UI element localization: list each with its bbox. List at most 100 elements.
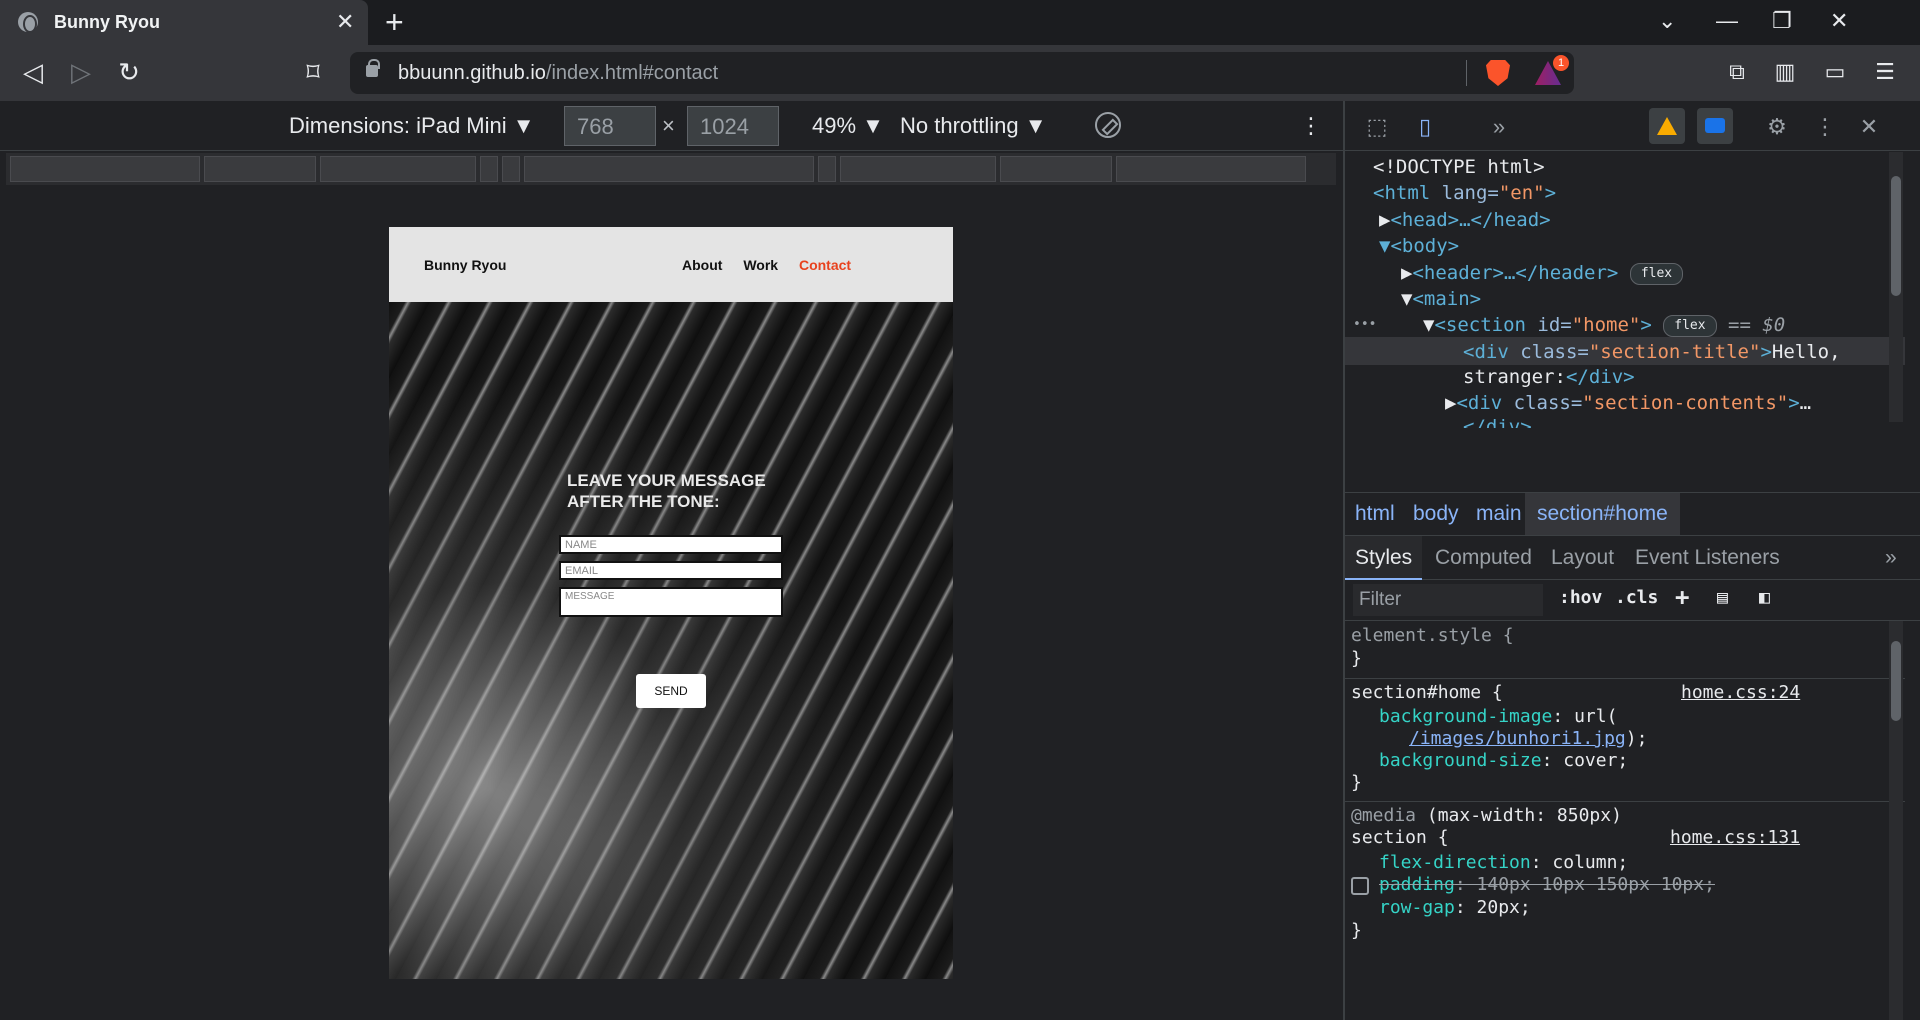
crumb-section-home[interactable]: section#home [1525,493,1680,535]
close-window-icon[interactable]: ✕ [1830,6,1848,36]
close-tab-icon[interactable]: ✕ [336,8,354,36]
css-declaration-disabled[interactable]: padding: 140px 10px 150px 10px; [1379,874,1715,897]
flex-badge[interactable]: flex [1629,262,1684,285]
device-height-input[interactable]: 1024 [687,106,779,146]
wallet-icon[interactable]: ▭ [1822,59,1848,85]
dom-section-title[interactable]: <div class="section-title">Hello, [1463,339,1841,366]
media-query-segment[interactable] [204,156,316,182]
throttling-dropdown[interactable]: No throttling ▼ [900,113,1047,139]
message-field[interactable]: MESSAGE [559,587,783,617]
nav-about[interactable]: About [682,257,722,273]
restore-icon[interactable]: ❐ [1772,6,1792,36]
more-tabs-icon[interactable]: » [1885,536,1897,580]
dom-head[interactable]: ▶<head>…</head> [1379,207,1551,234]
device-toggle-icon[interactable]: ▯ [1411,113,1439,141]
media-query-segment[interactable] [502,156,520,182]
warnings-button[interactable] [1649,108,1685,144]
new-tab-button[interactable]: + [385,5,404,39]
tab-title: Bunny Ryou [54,12,160,32]
rotate-icon[interactable] [1095,112,1121,138]
brave-shields-icon[interactable] [1486,60,1510,86]
site-logo[interactable]: Bunny Ryou [424,257,506,273]
rule-close-brace: } [1351,920,1362,941]
toggle-sidebar-icon[interactable]: ◧ [1759,587,1770,608]
dom-section-home[interactable]: ▼<section id="home"> flex == $0 [1423,312,1785,339]
menu-icon[interactable]: ☰ [1872,59,1898,85]
sidebar-icon[interactable]: ▥ [1772,59,1798,85]
scroll-thumb[interactable] [1891,641,1901,721]
email-field[interactable]: EMAIL [559,561,783,580]
media-query-segment[interactable] [1000,156,1112,182]
media-query-segment[interactable] [840,156,996,182]
css-declaration[interactable]: row-gap: 20px; [1379,897,1531,920]
node-actions-icon[interactable]: ••• [1353,312,1376,339]
css-declaration[interactable]: flex-direction: column; [1379,852,1628,875]
source-link[interactable]: home.css:24 [1681,682,1800,705]
back-icon[interactable]: ◁ [18,57,48,87]
paint-brush-icon[interactable]: ▤ [1717,587,1728,608]
cls-toggle[interactable]: .cls [1615,587,1658,608]
dom-section-title-text[interactable]: stranger:</div> [1463,364,1635,391]
crumb-main[interactable]: main [1476,493,1522,535]
zoom-dropdown[interactable]: 49% ▼ [812,113,884,139]
filter-input[interactable]: Filter [1353,584,1543,616]
nav-contact[interactable]: Contact [799,257,851,273]
css-url-value[interactable]: /images/bunhori1.jpg); [1409,728,1647,751]
media-query-segment[interactable] [320,156,476,182]
element-style-selector[interactable]: element.style { [1351,625,1514,648]
tab-search-icon[interactable]: ⌄ [1658,6,1676,36]
forward-icon[interactable]: ▷ [66,57,96,87]
dom-section-contents[interactable]: ▶<div class="section-contents">… [1445,390,1811,417]
scroll-thumb[interactable] [1891,176,1901,296]
tab-layout[interactable]: Layout [1551,536,1614,580]
rule-selector[interactable]: section#home { [1351,682,1503,705]
name-field[interactable]: NAME [559,535,783,554]
crumb-body[interactable]: body [1413,493,1459,535]
dom-header[interactable]: ▶<header>…</header> flex [1401,260,1684,287]
new-rule-icon[interactable]: + [1675,583,1689,611]
url-text[interactable]: bbuunn.github.io/index.html#contact [398,62,718,85]
elements-scrollbar[interactable] [1889,152,1903,422]
dom-body[interactable]: ▼<body> [1379,233,1459,260]
devtools-menu-icon[interactable]: ⋮ [1811,113,1839,141]
bookmark-icon[interactable]: ⌑ [298,57,328,87]
dom-main[interactable]: ▼<main> [1401,286,1481,313]
media-query-segment[interactable] [1116,156,1306,182]
address-bar[interactable]: bbuunn.github.io/index.html#contact 1 [350,52,1574,94]
issues-button[interactable] [1697,108,1733,144]
collapse-arrow-icon: ▼ [1379,235,1391,257]
minimize-icon[interactable]: — [1716,6,1738,36]
media-query-bar[interactable] [6,153,1336,185]
extensions-icon[interactable]: ⧉ [1724,59,1750,85]
media-query-segment[interactable] [524,156,814,182]
tab-computed[interactable]: Computed [1435,536,1532,580]
more-options-icon[interactable]: ⋮ [1300,111,1322,141]
source-link[interactable]: home.css:131 [1670,827,1800,850]
send-button[interactable]: SEND [636,674,706,708]
tab-event-listeners[interactable]: Event Listeners [1635,536,1780,580]
settings-gear-icon[interactable]: ⚙ [1763,113,1791,141]
media-query-segment[interactable] [818,156,836,182]
rule-selector[interactable]: section { [1351,827,1449,850]
css-declaration[interactable]: background-image: url( [1379,706,1617,729]
media-query-segment[interactable] [10,156,200,182]
media-query-segment[interactable] [480,156,498,182]
devtools-toolbar: ⬚ ▯ » ⚙ ⋮ ✕ [1345,101,1920,151]
declaration-checkbox[interactable] [1351,877,1369,895]
styles-scrollbar[interactable] [1889,621,1903,1020]
more-panels-icon[interactable]: » [1485,113,1513,141]
browser-tab[interactable]: Bunny Ryou ✕ [0,0,368,45]
inspect-element-icon[interactable]: ⬚ [1363,113,1391,141]
reload-icon[interactable]: ↻ [114,57,144,87]
device-dimensions-dropdown[interactable]: Dimensions: iPad Mini ▼ [289,113,535,139]
dom-html[interactable]: <html lang="en"> [1373,180,1556,207]
css-declaration[interactable]: background-size: cover; [1379,750,1628,773]
dom-doctype[interactable]: <!DOCTYPE html> [1373,154,1545,181]
flex-badge[interactable]: flex [1663,314,1717,337]
crumb-html[interactable]: html [1355,493,1395,535]
close-devtools-icon[interactable]: ✕ [1855,113,1883,141]
hov-toggle[interactable]: :hov [1559,587,1602,608]
nav-work[interactable]: Work [743,257,778,273]
device-width-input[interactable]: 768 [564,106,656,146]
tab-styles[interactable]: Styles [1345,536,1423,580]
